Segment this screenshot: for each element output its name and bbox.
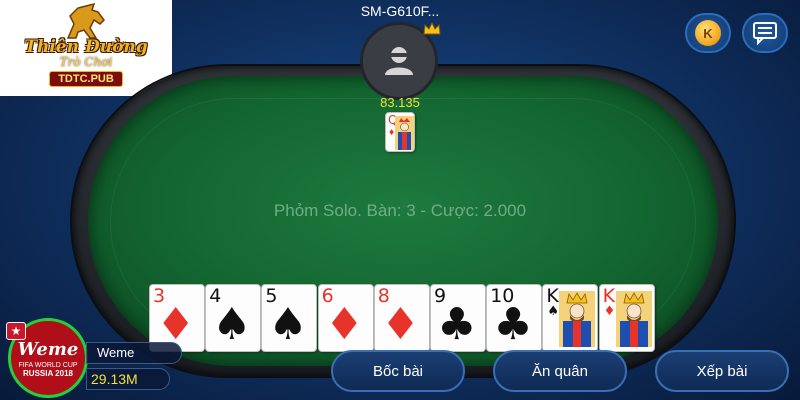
draw-card-button[interactable]: Bốc bài xyxy=(331,350,465,392)
player-money: 29.13M xyxy=(86,368,170,390)
hand-card[interactable]: 8 ♦ xyxy=(373,284,430,352)
card-suit: ♠ xyxy=(212,299,252,350)
star-icon: ★ xyxy=(6,322,26,340)
hand-card[interactable]: 10 ♣ xyxy=(486,284,543,352)
card-suit: ♦ xyxy=(603,304,616,319)
chat-icon xyxy=(753,22,777,45)
avatar-subtitle: FIFA WORLD CUP xyxy=(18,361,78,369)
card-rank: K xyxy=(602,285,616,307)
crown-icon xyxy=(423,22,441,35)
card-suit: ♦ xyxy=(324,299,365,350)
queen-face-icon xyxy=(395,116,414,150)
player-name: Weme xyxy=(86,342,182,364)
hand-card[interactable]: K ♦ xyxy=(598,284,655,352)
game-logo: Thiên Đường Trò Chơi TDTC.PUB xyxy=(0,0,172,96)
logo-title: Thiên Đường xyxy=(24,37,148,57)
user-icon xyxy=(385,47,413,75)
hand-card[interactable]: 9 ♣ xyxy=(430,284,486,352)
card-suit: ♠ xyxy=(268,299,308,350)
opponent-discard-card[interactable]: Q ♦ xyxy=(385,112,415,152)
logo-subtitle: Trò Chơi xyxy=(59,55,113,69)
king-face-icon xyxy=(559,291,596,347)
avatar-logo-text: Weme xyxy=(17,338,79,360)
logo-domain: TDTC.PUB xyxy=(49,71,123,87)
card-suit: ♣ xyxy=(493,299,533,350)
table-info: Phỏm Solo. Bàn: 3 - Cược: 2.000 xyxy=(273,201,527,220)
avatar-event: RUSSIA 2018 xyxy=(23,368,73,378)
hand-card[interactable]: 6 ♦ xyxy=(317,284,374,352)
card-suit: ♣ xyxy=(437,299,477,350)
hand-card[interactable]: 4 ♠ xyxy=(205,284,262,352)
card-suit: ♦ xyxy=(156,299,196,350)
coin-button[interactable]: K xyxy=(685,13,731,53)
horse-logo-icon xyxy=(66,2,105,39)
chat-button[interactable] xyxy=(742,13,788,53)
take-card-button[interactable]: Ăn quân xyxy=(493,350,627,392)
sort-cards-button[interactable]: Xếp bài xyxy=(655,350,789,392)
king-face-icon xyxy=(615,291,652,347)
card-rank: K xyxy=(546,285,559,307)
opponent-score: 83.135 xyxy=(380,95,420,110)
coin-k-icon: K xyxy=(695,20,721,46)
opponent-name: SM-G610F... xyxy=(360,3,440,19)
hand-card[interactable]: K ♠ xyxy=(542,284,599,352)
card-suit: ♦ xyxy=(380,299,421,350)
hand-card[interactable]: 5 ♠ xyxy=(261,284,318,352)
card-suit: ♠ xyxy=(547,304,560,319)
